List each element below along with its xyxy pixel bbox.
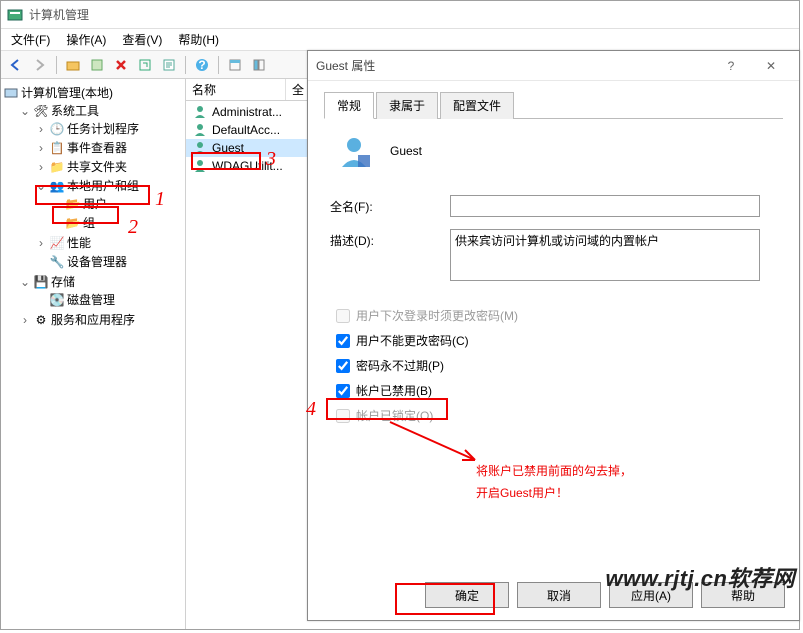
chk-disabled-row[interactable]: 帐户已禁用(B) bbox=[336, 382, 777, 399]
menubar: 文件(F) 操作(A) 查看(V) 帮助(H) bbox=[1, 29, 799, 51]
close-button[interactable]: ✕ bbox=[751, 52, 791, 80]
folder-icon: 📂 bbox=[65, 215, 81, 231]
chk-neverexpire[interactable] bbox=[336, 359, 350, 373]
collapse-icon[interactable]: ⌄ bbox=[19, 275, 31, 289]
col-name[interactable]: 名称 bbox=[186, 79, 286, 100]
perf-icon: 📈 bbox=[49, 235, 65, 251]
menu-help[interactable]: 帮助(H) bbox=[172, 29, 225, 50]
account-icon bbox=[336, 133, 372, 169]
description-label: 描述(D): bbox=[330, 229, 450, 249]
tree-task-scheduler[interactable]: ›🕒任务计划程序 bbox=[35, 120, 183, 137]
tree-disk-mgmt[interactable]: 💽磁盘管理 bbox=[35, 291, 183, 308]
app-icon bbox=[7, 7, 23, 23]
tree-system-tools[interactable]: ⌄🛠系统工具 bbox=[19, 102, 183, 119]
tab-profile[interactable]: 配置文件 bbox=[440, 92, 514, 119]
expand-icon[interactable]: › bbox=[35, 236, 47, 250]
chk-cannotchange[interactable] bbox=[336, 334, 350, 348]
expand-icon[interactable]: › bbox=[35, 141, 47, 155]
users-icon: 👥 bbox=[49, 178, 65, 194]
fullname-label: 全名(F): bbox=[330, 195, 450, 215]
guest-properties-dialog: Guest 属性 ? ✕ 常规 隶属于 配置文件 Guest 全名(F): 描述… bbox=[307, 50, 800, 621]
menu-action[interactable]: 操作(A) bbox=[60, 29, 112, 50]
share-icon: 📁 bbox=[49, 159, 65, 175]
user-icon bbox=[192, 122, 208, 138]
view-button-1[interactable] bbox=[224, 54, 246, 76]
disk-icon: 💽 bbox=[49, 292, 65, 308]
tree-event-viewer[interactable]: ›📋事件查看器 bbox=[35, 139, 183, 156]
device-icon: 🔧 bbox=[49, 254, 65, 270]
expand-icon[interactable]: › bbox=[35, 122, 47, 136]
dialog-title: Guest 属性 bbox=[316, 57, 711, 74]
tree-groups[interactable]: 📂组 bbox=[51, 214, 183, 231]
clock-icon: 🕒 bbox=[49, 121, 65, 137]
tree-performance[interactable]: ›📈性能 bbox=[35, 234, 183, 251]
view-button-2[interactable] bbox=[248, 54, 270, 76]
chk-locked-row: 帐户已锁定(O) bbox=[336, 407, 777, 424]
dialog-titlebar: Guest 属性 ? ✕ bbox=[308, 51, 799, 81]
titlebar: 计算机管理 bbox=[1, 1, 799, 29]
description-input[interactable]: 供来宾访问计算机或访问域的内置帐户 bbox=[450, 229, 760, 281]
tree-local-users[interactable]: ⌄👥本地用户和组 bbox=[35, 177, 183, 194]
tree-panel[interactable]: 计算机管理(本地) ⌄🛠系统工具 ›🕒任务计划程序 ›📋事件查看器 ›📁共享文件… bbox=[1, 79, 186, 629]
chk-disabled[interactable] bbox=[336, 384, 350, 398]
chk-locked bbox=[336, 409, 350, 423]
account-name: Guest bbox=[390, 144, 422, 158]
chk-mustchange-row: 用户下次登录时须更改密码(M) bbox=[336, 307, 777, 324]
window-title: 计算机管理 bbox=[29, 6, 89, 23]
ok-button[interactable]: 确定 bbox=[425, 582, 509, 608]
tree-shared-folders[interactable]: ›📁共享文件夹 bbox=[35, 158, 183, 175]
menu-file[interactable]: 文件(F) bbox=[5, 29, 56, 50]
fullname-input[interactable] bbox=[450, 195, 760, 217]
tab-memberof[interactable]: 隶属于 bbox=[376, 92, 438, 119]
services-icon: ⚙ bbox=[33, 312, 49, 328]
user-icon bbox=[192, 104, 208, 120]
computer-icon bbox=[3, 85, 19, 101]
tabstrip: 常规 隶属于 配置文件 bbox=[324, 91, 783, 119]
expand-icon[interactable]: › bbox=[35, 160, 47, 174]
tree-users[interactable]: 📂用户 bbox=[51, 195, 183, 212]
event-icon: 📋 bbox=[49, 140, 65, 156]
chk-mustchange bbox=[336, 309, 350, 323]
user-icon bbox=[192, 140, 208, 156]
storage-icon: 💾 bbox=[33, 274, 49, 290]
menu-view[interactable]: 查看(V) bbox=[116, 29, 168, 50]
tree-device-mgr[interactable]: 🔧设备管理器 bbox=[35, 253, 183, 270]
properties-button[interactable] bbox=[86, 54, 108, 76]
chk-cannotchange-row[interactable]: 用户不能更改密码(C) bbox=[336, 332, 777, 349]
back-button[interactable] bbox=[5, 54, 27, 76]
cancel-button[interactable]: 取消 bbox=[517, 582, 601, 608]
collapse-icon[interactable]: ⌄ bbox=[35, 179, 47, 193]
user-icon bbox=[192, 158, 208, 174]
watermark: www.rjtj.cn软荐网 bbox=[605, 561, 795, 593]
expand-icon[interactable]: › bbox=[19, 313, 31, 327]
chk-neverexpire-row[interactable]: 密码永不过期(P) bbox=[336, 357, 777, 374]
svg-text:?: ? bbox=[198, 58, 205, 72]
tree-services-apps[interactable]: ›⚙服务和应用程序 bbox=[19, 311, 183, 328]
folder-icon: 📂 bbox=[65, 196, 81, 212]
help-button[interactable]: ? bbox=[191, 54, 213, 76]
export-button[interactable] bbox=[158, 54, 180, 76]
tree-storage[interactable]: ⌄💾存储 bbox=[19, 273, 183, 290]
forward-button[interactable] bbox=[29, 54, 51, 76]
tools-icon: 🛠 bbox=[33, 103, 49, 119]
folder-button[interactable] bbox=[62, 54, 84, 76]
collapse-icon[interactable]: ⌄ bbox=[19, 104, 31, 118]
delete-button[interactable] bbox=[110, 54, 132, 76]
tab-general[interactable]: 常规 bbox=[324, 92, 374, 119]
help-button[interactable]: ? bbox=[711, 52, 751, 80]
tree-root[interactable]: 计算机管理(本地) bbox=[3, 84, 183, 101]
refresh-button[interactable] bbox=[134, 54, 156, 76]
